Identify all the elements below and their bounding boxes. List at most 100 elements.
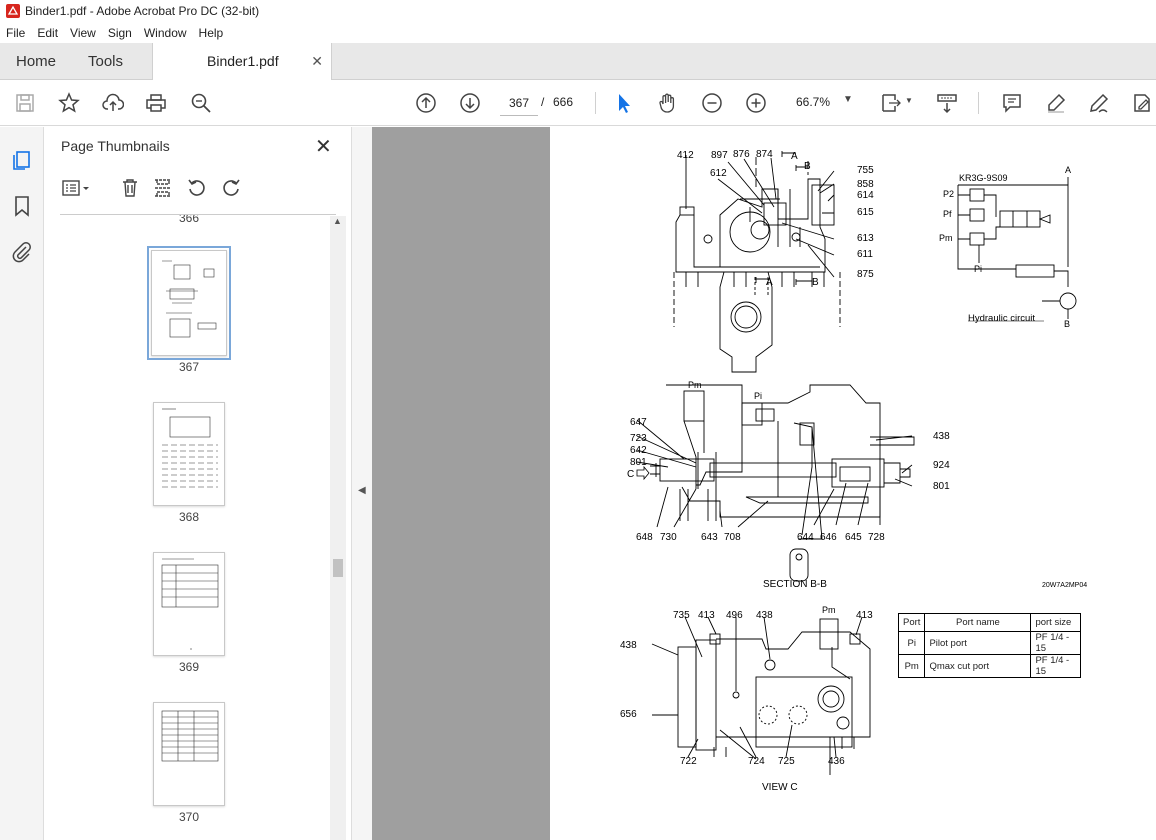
thumbnails-panel: Page Thumbnails ✕ 366 367 368 369 370 ▲	[45, 127, 351, 840]
part-label: 611	[857, 249, 873, 260]
menu-sign[interactable]: Sign	[102, 26, 138, 40]
save-icon[interactable]	[13, 91, 37, 115]
zoom-out-icon[interactable]	[700, 91, 724, 115]
part-label: 724	[748, 756, 765, 767]
zoom-dropdown-icon[interactable]: ▼	[843, 94, 853, 105]
print-icon[interactable]	[144, 91, 168, 115]
zoom-search-icon[interactable]	[189, 91, 213, 115]
reference-code: 20W7A2MP04	[1042, 582, 1087, 589]
part-label: 728	[868, 532, 885, 543]
scroll-up-icon[interactable]: ▲	[333, 216, 342, 226]
menu-bar: File Edit View Sign Window Help	[0, 22, 1156, 43]
extract-page-icon[interactable]	[152, 177, 174, 199]
page-fit-dropdown-icon[interactable]: ▼	[905, 96, 913, 105]
panel-tools	[59, 177, 349, 203]
zoom-level[interactable]: 66.7%	[796, 95, 830, 109]
thumbnail-page[interactable]	[147, 246, 231, 360]
part-label: 412	[677, 150, 694, 161]
left-rail	[0, 127, 44, 840]
part-label: 438	[933, 431, 950, 442]
prev-page-icon[interactable]	[414, 91, 438, 115]
highlight-pen-icon[interactable]	[1044, 91, 1068, 115]
next-page-icon[interactable]	[458, 91, 482, 115]
sign-icon[interactable]	[1087, 91, 1111, 115]
close-panel-icon[interactable]: ✕	[315, 134, 332, 159]
tab-home[interactable]: Home	[16, 43, 56, 80]
part-label: 708	[724, 532, 741, 543]
part-label: 612	[710, 168, 727, 179]
part-label: 897	[711, 150, 728, 161]
total-pages: 666	[553, 95, 574, 109]
delete-page-icon[interactable]	[119, 177, 141, 199]
attachment-icon[interactable]	[11, 241, 33, 263]
options-menu-icon[interactable]	[61, 177, 91, 199]
zoom-in-icon[interactable]	[744, 91, 768, 115]
table-header: Port	[897, 613, 926, 632]
rotate-right-icon[interactable]	[220, 177, 242, 199]
circuit-port-label: Pi	[974, 264, 982, 274]
section-marker: B	[812, 277, 819, 288]
port-marker: Pi	[754, 391, 762, 401]
thumbnail-scrollbar[interactable]: ▲	[330, 216, 346, 840]
part-label: 875	[857, 269, 874, 280]
thumbnail-label: 369	[178, 660, 200, 674]
page-thumbnails-icon[interactable]	[11, 149, 33, 171]
scrollbar-thumb[interactable]	[333, 559, 343, 577]
table-cell: Pilot port	[924, 631, 1032, 655]
part-label: 858	[857, 179, 874, 190]
page-fit-icon[interactable]	[879, 91, 903, 115]
comment-icon[interactable]	[1000, 91, 1024, 115]
pdf-page: 412 897 876 874 A B 755 612 858 614 615 …	[550, 127, 1156, 840]
select-cursor-icon[interactable]	[612, 91, 636, 115]
view-marker: C	[627, 469, 634, 480]
part-label: 413	[698, 610, 715, 621]
menu-help[interactable]: Help	[193, 26, 230, 40]
thumbnail-page[interactable]	[153, 702, 225, 806]
tab-document[interactable]: Binder1.pdf ✕	[152, 43, 332, 80]
part-label: 876	[733, 149, 750, 160]
circuit-port-label: P2	[943, 189, 954, 199]
section-marker: B	[804, 161, 811, 172]
rotate-left-icon[interactable]	[186, 177, 208, 199]
title-bar: Binder1.pdf - Adobe Acrobat Pro DC (32-b…	[0, 0, 1156, 22]
menu-window[interactable]: Window	[138, 26, 193, 40]
window-title: Binder1.pdf - Adobe Acrobat Pro DC (32-b…	[25, 4, 260, 18]
panel-title: Page Thumbnails	[61, 138, 170, 154]
part-label: 413	[856, 610, 873, 621]
page-number-input[interactable]: 367	[500, 90, 538, 116]
hand-tool-icon[interactable]	[656, 91, 680, 115]
close-tab-icon[interactable]: ✕	[311, 43, 323, 80]
table-header: port size	[1030, 613, 1082, 632]
part-label: 725	[778, 756, 795, 767]
acrobat-icon	[6, 4, 20, 18]
menu-view[interactable]: View	[64, 26, 102, 40]
technical-drawing: 412 897 876 874 A B 755 612 858 614 615 …	[620, 149, 1087, 793]
scroll-mode-icon[interactable]	[935, 91, 959, 115]
thumbnail-page[interactable]	[153, 402, 225, 506]
part-label: 723	[630, 433, 647, 444]
view-caption: VIEW C	[762, 782, 798, 793]
tab-tools[interactable]: Tools	[88, 43, 123, 80]
tab-bar: Home Tools Binder1.pdf ✕	[0, 43, 1156, 80]
thumbnail-label: 368	[178, 510, 200, 524]
bookmark-icon[interactable]	[11, 195, 33, 217]
circuit-model: KR3G-9S09	[959, 173, 1008, 183]
collapse-arrow-icon[interactable]: ◀	[358, 485, 366, 496]
document-background	[372, 127, 550, 840]
menu-file[interactable]: File	[0, 26, 31, 40]
table-cell: Pm	[897, 654, 926, 678]
menu-edit[interactable]: Edit	[31, 26, 64, 40]
part-label: 874	[756, 149, 773, 160]
tab-document-label: Binder1.pdf	[207, 53, 279, 69]
panel-collapse-bar[interactable]: ◀	[351, 127, 372, 840]
part-label: 438	[756, 610, 773, 621]
part-label: 722	[680, 756, 697, 767]
star-icon[interactable]	[57, 91, 81, 115]
thumbnail-page[interactable]	[153, 552, 225, 656]
part-label: 656	[620, 709, 637, 720]
part-label: 645	[845, 532, 862, 543]
upload-cloud-icon[interactable]	[101, 91, 125, 115]
edit-pdf-icon[interactable]	[1130, 91, 1154, 115]
part-label: 644	[797, 532, 814, 543]
section-caption: SECTION B-B	[763, 579, 827, 590]
